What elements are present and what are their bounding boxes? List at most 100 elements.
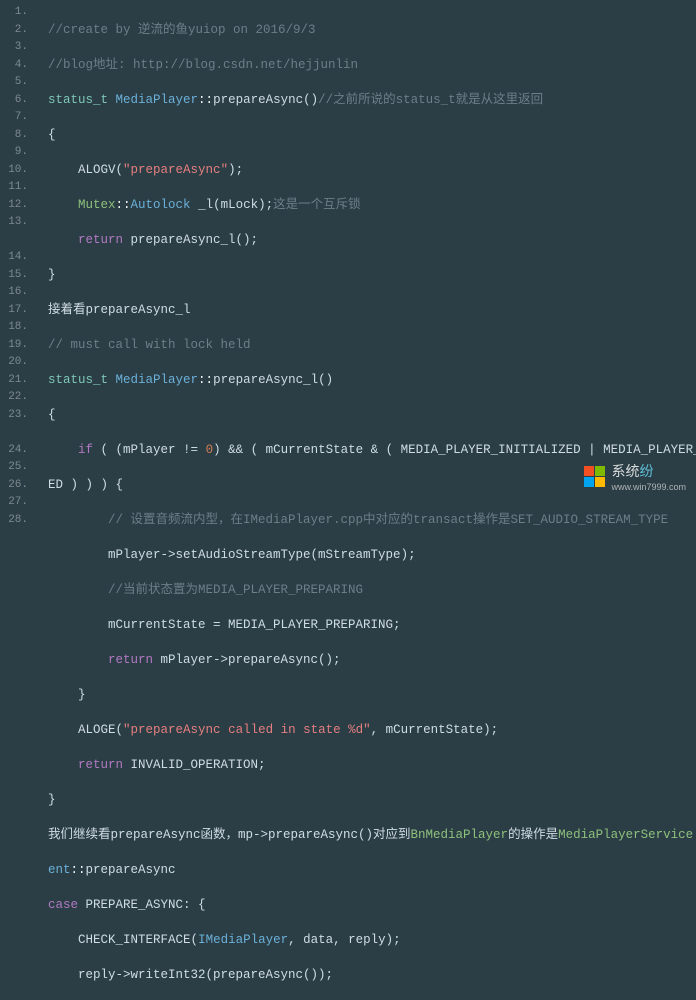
watermark-accent: 纷 — [639, 463, 653, 479]
text: 接着看prepareAsync_l — [48, 303, 191, 317]
code-line: reply->writeInt32(prepareAsync()); — [48, 967, 696, 985]
line-number: 25. — [0, 459, 36, 477]
line-number: 3. — [0, 39, 36, 57]
scope-op: :: — [198, 373, 213, 387]
code-line: mCurrentState = MEDIA_PLAYER_PREPARING; — [48, 617, 696, 635]
watermark-url: www.win7999.com — [611, 483, 686, 492]
line-number: 27. — [0, 494, 36, 512]
watermark: 系统纷 www.win7999.com — [584, 461, 686, 492]
line-number — [0, 424, 36, 442]
class-name: MediaPlayer — [116, 93, 199, 107]
comment: // 设置音频流内型，在IMediaPlayer.cpp中对应的transact… — [108, 513, 668, 527]
comment: //当前状态置为MEDIA_PLAYER_PREPARING — [108, 583, 363, 597]
line-number: 22. — [0, 389, 36, 407]
code-line: if ( (mPlayer != 0) && ( mCurrentState &… — [48, 442, 696, 460]
line-number: 28. — [0, 512, 36, 530]
code-line: case PREPARE_ASYNC: { — [48, 897, 696, 915]
line-number: 8. — [0, 127, 36, 145]
line-number: 13. — [0, 214, 36, 232]
code-line: CHECK_INTERFACE(IMediaPlayer, data, repl… — [48, 932, 696, 950]
class-name: BnMediaPlayer — [411, 828, 509, 842]
microsoft-logo-icon — [584, 466, 605, 487]
code-line: return mPlayer->prepareAsync(); — [48, 652, 696, 670]
scope-op: :: — [198, 93, 213, 107]
code-line: return prepareAsync_l(); — [48, 232, 696, 250]
code-line: ALOGE("prepareAsync called in state %d",… — [48, 722, 696, 740]
code-line: 接着看prepareAsync_l — [48, 302, 696, 320]
line-number: 17. — [0, 302, 36, 320]
line-number-gutter: 1.2.3.4.5.6.7.8.9.10.11.12.13.14.15.16.1… — [0, 0, 36, 500]
line-number: 21. — [0, 372, 36, 390]
code-line: } — [48, 267, 696, 285]
line-number — [0, 232, 36, 250]
brace: } — [78, 688, 86, 702]
line-number: 19. — [0, 337, 36, 355]
code-line: ent::prepareAsync — [48, 862, 696, 880]
code-line: //当前状态置为MEDIA_PLAYER_PREPARING — [48, 582, 696, 600]
watermark-brand: 系统 — [611, 463, 639, 479]
macro: CHECK_INTERFACE — [78, 933, 191, 947]
function-call: ALOGV — [78, 163, 116, 177]
keyword: return — [78, 233, 123, 247]
code-line: return INVALID_OPERATION; — [48, 757, 696, 775]
comment: //create by 逆流的鱼yuiop on 2016/9/3 — [48, 23, 316, 37]
line-number: 9. — [0, 144, 36, 162]
line-number: 11. — [0, 179, 36, 197]
line-number: 1. — [0, 4, 36, 22]
keyword: if — [78, 443, 93, 457]
brace: } — [48, 793, 56, 807]
code-line: } — [48, 687, 696, 705]
function-call: ALOGE — [78, 723, 116, 737]
code-line: // must call with lock held — [48, 337, 696, 355]
keyword: return — [78, 758, 123, 772]
return-type: status_t — [48, 373, 108, 387]
line-number: 20. — [0, 354, 36, 372]
code-line: { — [48, 407, 696, 425]
string-literal: "prepareAsync called in state %d" — [123, 723, 371, 737]
string-literal: "prepareAsync" — [123, 163, 228, 177]
comment: // must call with lock held — [48, 338, 251, 352]
code-line: status_t MediaPlayer::prepareAsync()//之前… — [48, 92, 696, 110]
class-name: Mutex — [78, 198, 116, 212]
line-number: 23. — [0, 407, 36, 425]
line-number: 12. — [0, 197, 36, 215]
line-number: 10. — [0, 162, 36, 180]
code-line: status_t MediaPlayer::prepareAsync_l() — [48, 372, 696, 390]
line-number: 16. — [0, 284, 36, 302]
line-number: 2. — [0, 22, 36, 40]
brace: { — [48, 128, 56, 142]
line-number: 24. — [0, 442, 36, 460]
comment: //之前所说的status_t就是从这里返回 — [318, 93, 543, 107]
keyword: case — [48, 898, 78, 912]
return-type: status_t — [48, 93, 108, 107]
function-name: prepareAsync_l() — [213, 373, 333, 387]
code-line: mPlayer->setAudioStreamType(mStreamType)… — [48, 547, 696, 565]
type-name: Autolock — [131, 198, 191, 212]
keyword: return — [108, 653, 153, 667]
function-name: prepareAsync() — [213, 93, 318, 107]
number: 0 — [206, 443, 214, 457]
line-number: 5. — [0, 74, 36, 92]
code-area: //create by 逆流的鱼yuiop on 2016/9/3 //blog… — [36, 0, 696, 500]
code-line: // 设置音频流内型，在IMediaPlayer.cpp中对应的transact… — [48, 512, 696, 530]
class-name: MediaPlayer — [116, 373, 199, 387]
code-line: } — [48, 792, 696, 810]
scope-op: :: — [116, 198, 131, 212]
line-number: 18. — [0, 319, 36, 337]
comment: 这是一个互斥锁 — [273, 198, 361, 212]
line-number: 6. — [0, 92, 36, 110]
line-number: 4. — [0, 57, 36, 75]
code-line: ALOGV("prepareAsync"); — [48, 162, 696, 180]
line-number: 15. — [0, 267, 36, 285]
code-line: { — [48, 127, 696, 145]
comment: //blog地址: http://blog.csdn.net/hejjunlin — [48, 58, 358, 72]
line-number: 14. — [0, 249, 36, 267]
code-line: //create by 逆流的鱼yuiop on 2016/9/3 — [48, 22, 696, 40]
code-line: //blog地址: http://blog.csdn.net/hejjunlin — [48, 57, 696, 75]
code-line: 我们继续看prepareAsync函数，mp->prepareAsync()对应… — [48, 827, 696, 845]
line-number: 7. — [0, 109, 36, 127]
brace: } — [48, 268, 56, 282]
line-number: 26. — [0, 477, 36, 495]
class-name: IMediaPlayer — [198, 933, 288, 947]
brace: { — [48, 408, 56, 422]
